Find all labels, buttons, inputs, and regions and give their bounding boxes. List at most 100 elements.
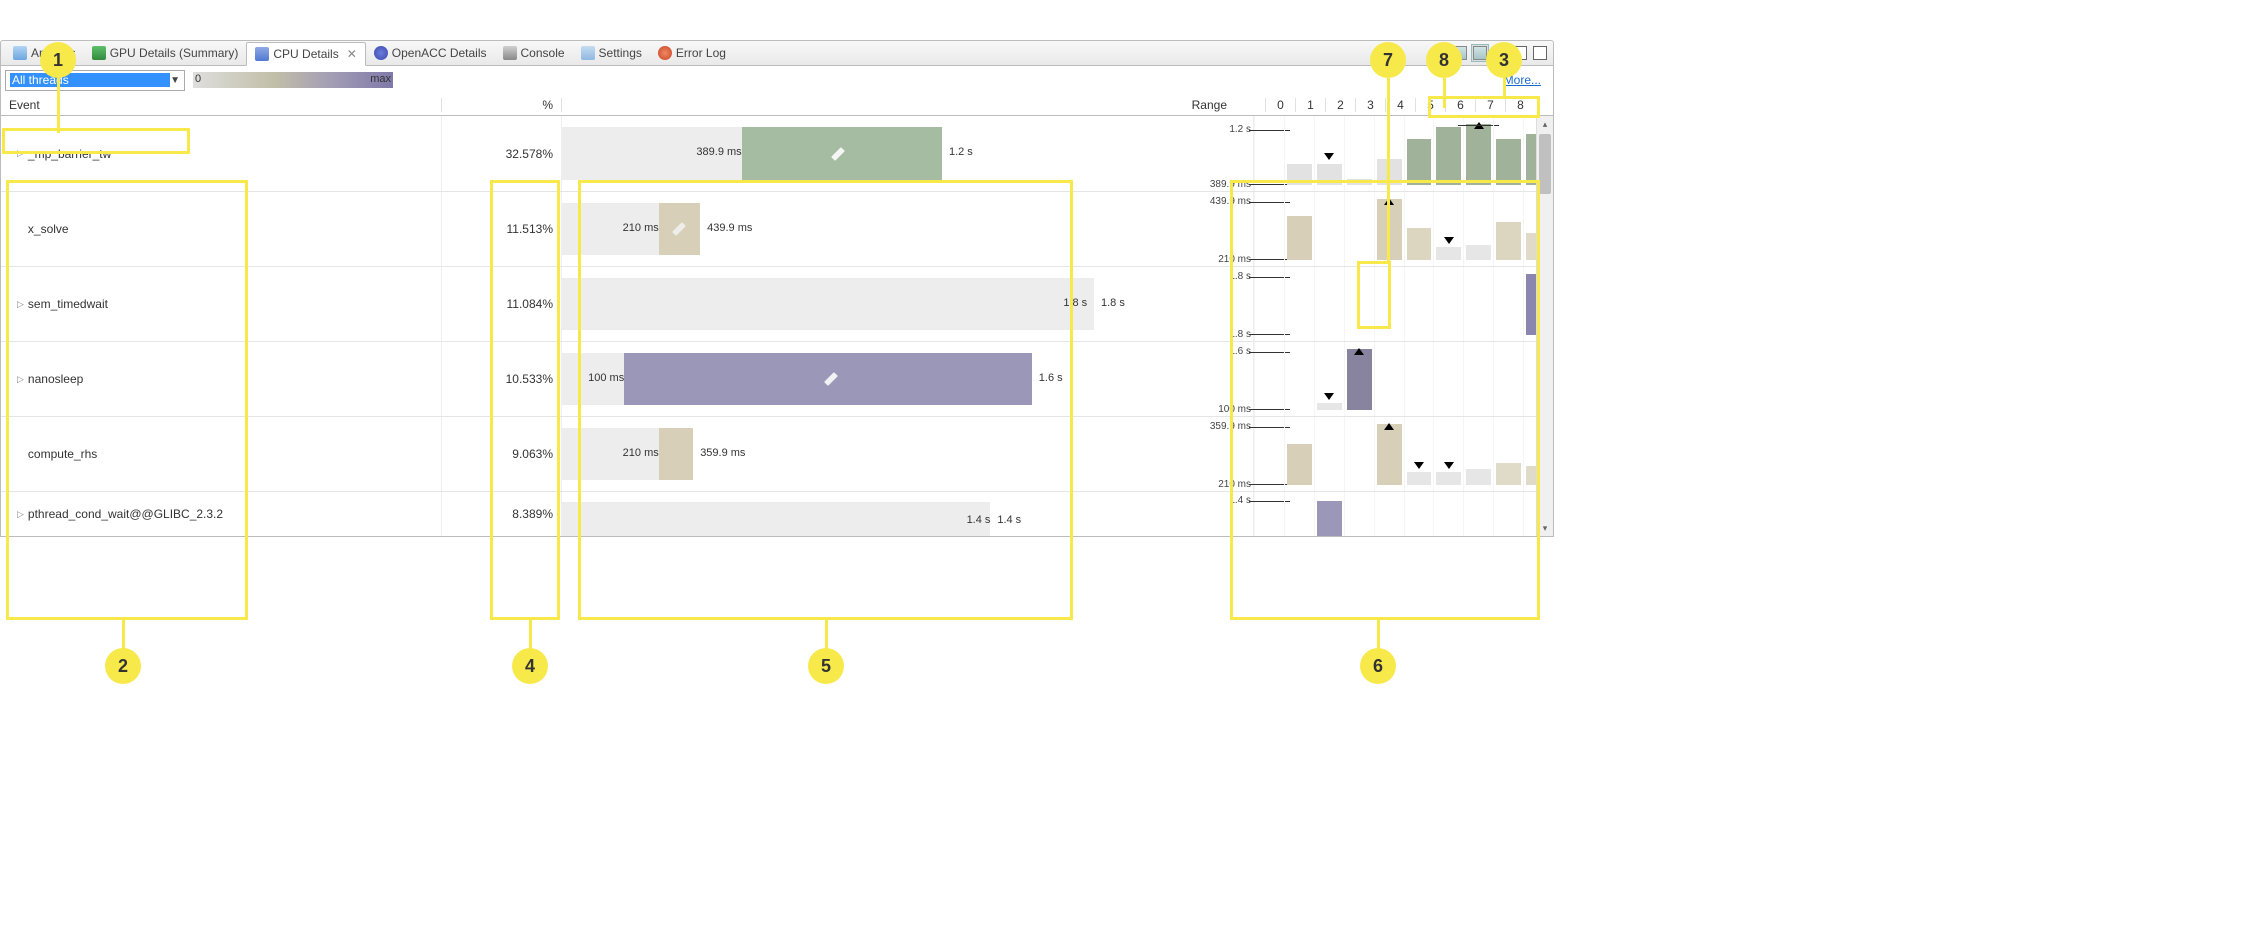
gpu-icon bbox=[92, 46, 106, 60]
table-row[interactable]: ▷ _mp_barrier_tw 32.578% 389.9 ms 1.2 s … bbox=[1, 116, 1553, 191]
event-label: nanosleep bbox=[28, 372, 83, 386]
tab-label: Console bbox=[521, 46, 565, 60]
console-icon bbox=[503, 46, 517, 60]
event-label: pthread_cond_wait@@GLIBC_2.3.2 bbox=[28, 507, 223, 521]
cell-event: ▷ x_solve bbox=[1, 192, 441, 266]
col-pct[interactable]: % bbox=[441, 98, 561, 112]
col-th-0[interactable]: 0 bbox=[1265, 98, 1295, 112]
cell-range: 389.9 ms 1.2 s bbox=[561, 116, 1253, 191]
tab-label: Error Log bbox=[676, 46, 726, 60]
table-row[interactable]: ▷ compute_rhs 9.063% 210 ms 359.9 ms 359… bbox=[1, 416, 1553, 491]
annotation-3: 3 bbox=[1486, 42, 1522, 78]
col-th-5[interactable]: 5 bbox=[1415, 98, 1445, 112]
cell-threads: 1.6 s 100 ms bbox=[1253, 342, 1553, 416]
range-max-label: 359.9 ms bbox=[700, 447, 745, 459]
col-th-7[interactable]: 7 bbox=[1475, 98, 1505, 112]
range-min-label: 210 ms bbox=[623, 222, 659, 234]
cell-pct: 32.578% bbox=[441, 116, 561, 191]
table-body: ▷ _mp_barrier_tw 32.578% 389.9 ms 1.2 s … bbox=[0, 116, 1554, 537]
tab-label: OpenACC Details bbox=[392, 46, 487, 60]
range-max-label: 1.6 s bbox=[1039, 372, 1063, 384]
maximize-button[interactable] bbox=[1531, 44, 1549, 62]
tab-gpu-details[interactable]: GPU Details (Summary) bbox=[84, 41, 247, 65]
cell-threads: 1.2 s 389.9 ms bbox=[1253, 116, 1553, 191]
annotation-1: 1 bbox=[40, 42, 76, 78]
cell-event: ▷ compute_rhs bbox=[1, 417, 441, 491]
table-header: Event % Range 0 1 2 3 4 5 6 7 8 bbox=[0, 94, 1554, 116]
event-label: sem_timedwait bbox=[28, 297, 108, 311]
cell-threads: 1.8 s 1.8 s bbox=[1253, 267, 1553, 341]
expand-icon[interactable]: ▷ bbox=[17, 374, 24, 385]
analysis-icon bbox=[13, 46, 27, 60]
color-legend: 0 max bbox=[193, 72, 393, 88]
cpu-toolbar: All threads ▼ 0 max More... bbox=[0, 66, 1554, 94]
scrollbar-thumb[interactable] bbox=[1539, 134, 1551, 194]
thread-select[interactable]: All threads ▼ bbox=[5, 70, 185, 91]
tab-error-log[interactable]: Error Log bbox=[650, 41, 734, 65]
scroll-down-icon[interactable]: ▾ bbox=[1537, 520, 1553, 536]
cell-pct: 9.063% bbox=[441, 417, 561, 491]
close-icon[interactable]: ✕ bbox=[347, 47, 357, 61]
annotation-7: 7 bbox=[1370, 42, 1406, 78]
col-event[interactable]: Event bbox=[1, 98, 441, 112]
col-range[interactable]: Range bbox=[561, 98, 1235, 112]
range-min-label: 100 ms bbox=[588, 372, 624, 384]
tab-label: Settings bbox=[599, 46, 642, 60]
tab-label: GPU Details (Summary) bbox=[110, 46, 239, 60]
tab-settings[interactable]: Settings bbox=[573, 41, 650, 65]
cell-range: 1.4 s 1.4 s bbox=[561, 492, 1253, 536]
cell-pct: 11.513% bbox=[441, 192, 561, 266]
openacc-icon bbox=[374, 46, 388, 60]
cell-threads: 1.4 s bbox=[1253, 492, 1553, 536]
expand-icon[interactable]: ▷ bbox=[17, 509, 24, 520]
vertical-scrollbar[interactable]: ▴ ▾ bbox=[1536, 116, 1553, 536]
cpu-icon bbox=[255, 47, 269, 61]
col-th-1[interactable]: 1 bbox=[1295, 98, 1325, 112]
tab-label: CPU Details bbox=[273, 47, 338, 61]
event-label: _mp_barrier_tw bbox=[28, 147, 111, 161]
annotation-5: 5 bbox=[808, 648, 844, 684]
cell-pct: 8.389% bbox=[441, 492, 561, 536]
thread-select-value: All threads bbox=[10, 73, 170, 87]
event-label: compute_rhs bbox=[28, 447, 97, 461]
table-row[interactable]: ▷ sem_timedwait 11.084% 1.8 s 1.8 s 1.8 … bbox=[1, 266, 1553, 341]
cell-pct: 10.533% bbox=[441, 342, 561, 416]
cell-event: ▷ nanosleep bbox=[1, 342, 441, 416]
table-row[interactable]: ▷ x_solve 11.513% 210 ms 439.9 ms 439.9 … bbox=[1, 191, 1553, 266]
tab-cpu-details[interactable]: CPU Details ✕ bbox=[246, 42, 365, 66]
legend-max: max bbox=[370, 73, 391, 85]
expand-icon[interactable]: ▷ bbox=[17, 148, 24, 159]
error-icon bbox=[658, 46, 672, 60]
annotation-4: 4 bbox=[512, 648, 548, 684]
col-th-6[interactable]: 6 bbox=[1445, 98, 1475, 112]
annotation-2: 2 bbox=[105, 648, 141, 684]
range-max-label: 1.2 s bbox=[949, 146, 973, 158]
annotation-8: 8 bbox=[1426, 42, 1462, 78]
table-row[interactable]: ▷ nanosleep 10.533% 100 ms 1.6 s 1.6 s 1… bbox=[1, 341, 1553, 416]
cell-range: 1.8 s 1.8 s bbox=[561, 267, 1253, 341]
table-row[interactable]: ▷ pthread_cond_wait@@GLIBC_2.3.2 8.389% … bbox=[1, 491, 1553, 536]
event-label: x_solve bbox=[28, 222, 69, 236]
range-min-label: 389.9 ms bbox=[696, 146, 741, 158]
settings-icon bbox=[581, 46, 595, 60]
col-th-2[interactable]: 2 bbox=[1325, 98, 1355, 112]
cell-threads: 359.9 ms 210 ms bbox=[1253, 417, 1553, 491]
cell-event: ▷ _mp_barrier_tw bbox=[1, 116, 441, 191]
range-max-label: 439.9 ms bbox=[707, 222, 752, 234]
col-th-8[interactable]: 8 bbox=[1505, 98, 1535, 112]
range-min-label: 1.4 s bbox=[967, 514, 991, 526]
cell-event: ▷ pthread_cond_wait@@GLIBC_2.3.2 bbox=[1, 492, 441, 536]
scroll-up-icon[interactable]: ▴ bbox=[1537, 116, 1553, 132]
cell-event: ▷ sem_timedwait bbox=[1, 267, 441, 341]
cell-range: 210 ms 359.9 ms bbox=[561, 417, 1253, 491]
cell-pct: 11.084% bbox=[441, 267, 561, 341]
tab-openacc[interactable]: OpenACC Details bbox=[366, 41, 495, 65]
cell-range: 210 ms 439.9 ms bbox=[561, 192, 1253, 266]
range-max-label: 1.8 s bbox=[1101, 297, 1125, 309]
cell-threads: 439.9 ms 210 ms bbox=[1253, 192, 1553, 266]
col-th-3[interactable]: 3 bbox=[1355, 98, 1385, 112]
view-tabstrip: Analysis GPU Details (Summary) CPU Detai… bbox=[0, 40, 1554, 66]
expand-icon[interactable]: ▷ bbox=[17, 299, 24, 310]
cell-range: 100 ms 1.6 s bbox=[561, 342, 1253, 416]
tab-console[interactable]: Console bbox=[495, 41, 573, 65]
